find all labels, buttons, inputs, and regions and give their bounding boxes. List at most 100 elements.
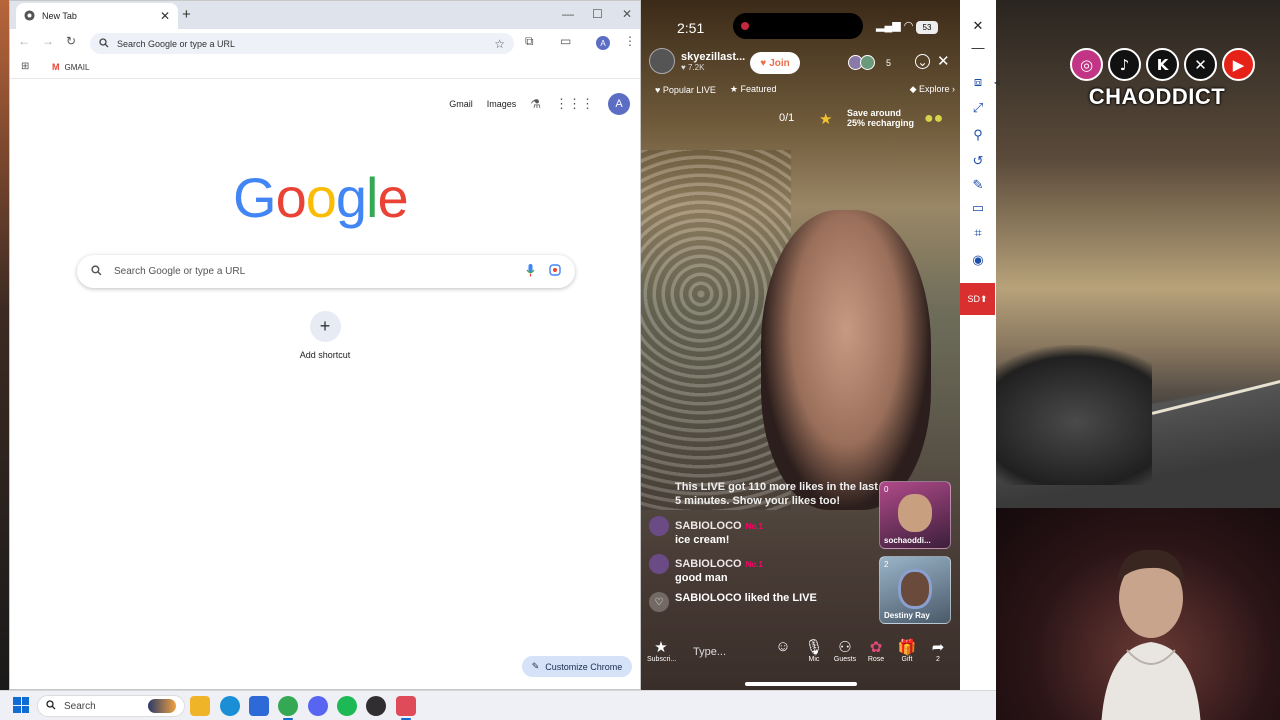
- mic-button[interactable]: 🎙 Mic: [800, 638, 828, 663]
- promo-line-2: 25% recharging: [847, 118, 915, 128]
- bookmarks-bar: ⊞ M GMAIL: [10, 57, 640, 79]
- reload-icon[interactable]: ↻: [66, 34, 76, 48]
- new-tab-button[interactable]: +: [182, 6, 191, 23]
- back-icon[interactable]: ←: [18, 34, 30, 48]
- crop-icon[interactable]: ⌗: [960, 225, 996, 241]
- rectangle-icon[interactable]: ▭: [960, 200, 996, 216]
- plus-icon: +: [309, 311, 341, 342]
- guest-name: sochaoddi...: [884, 536, 931, 545]
- likes-notice: This LIVE got 110 more likes in the last…: [675, 481, 878, 507]
- bookmark-gmail[interactable]: M GMAIL: [52, 62, 89, 72]
- customize-chrome-button[interactable]: ✎ Customize Chrome: [522, 656, 632, 677]
- lens-search-icon[interactable]: [549, 264, 561, 279]
- logo-letter: l: [366, 166, 378, 229]
- guest-face: [898, 494, 932, 532]
- maximize-icon[interactable]: ☐: [592, 7, 603, 21]
- host-info[interactable]: skyezillast... ♥ 7.2K: [649, 48, 745, 74]
- guest-tile[interactable]: 0 sochaoddi...: [879, 481, 951, 549]
- heart-icon: ♥: [760, 57, 767, 69]
- taskbar-search[interactable]: Search: [37, 695, 185, 717]
- logo-letter: o: [275, 166, 307, 229]
- gift-button[interactable]: 🎁 Gift: [893, 638, 921, 663]
- tab-close-icon[interactable]: ✕: [160, 9, 170, 23]
- tab-new-tab[interactable]: New Tab ✕: [16, 3, 178, 29]
- profile-avatar[interactable]: A: [596, 36, 610, 50]
- apps-grid-icon[interactable]: ⊞: [21, 61, 29, 72]
- search-icon: [46, 699, 56, 713]
- rotate-icon[interactable]: ↺: [960, 153, 996, 169]
- tab-featured[interactable]: ★ Featured: [730, 84, 777, 95]
- gmail-link[interactable]: Gmail: [449, 99, 473, 109]
- voice-search-icon[interactable]: [526, 263, 535, 280]
- pin-icon[interactable]: ⚲: [960, 127, 996, 143]
- menu-kebab-icon[interactable]: ⋮: [624, 34, 636, 48]
- images-link[interactable]: Images: [487, 99, 517, 109]
- file-explorer-icon[interactable]: [190, 696, 210, 716]
- target-icon[interactable]: ◉: [960, 252, 996, 268]
- guest-name: Destiny Ray: [884, 611, 930, 620]
- bookmark-star-icon[interactable]: ☆: [494, 37, 505, 51]
- store-icon[interactable]: [249, 696, 269, 716]
- minimize-icon[interactable]: —: [960, 40, 996, 55]
- windows-start-icon[interactable]: [13, 697, 29, 713]
- capture-region-icon[interactable]: ⧈: [960, 74, 996, 90]
- snipping-tool-icon[interactable]: [396, 696, 416, 720]
- edge-icon[interactable]: [220, 696, 240, 716]
- host-text: skyezillast... ♥ 7.2K: [681, 51, 745, 72]
- rose-button[interactable]: ✿ Rose: [862, 638, 890, 663]
- star-icon: ★: [654, 639, 668, 656]
- discord-icon[interactable]: [308, 696, 328, 716]
- webcam-feed: [996, 508, 1280, 720]
- expand-icon[interactable]: ⤢: [960, 100, 996, 116]
- close-live-icon[interactable]: ✕: [937, 52, 950, 70]
- like-event: ♡ SABIOLOCO liked the LIVE: [649, 592, 879, 612]
- extensions-icon[interactable]: ⧉: [525, 34, 534, 49]
- account-avatar[interactable]: A: [608, 93, 630, 115]
- address-bar[interactable]: Search Google or type a URL ☆: [90, 33, 514, 54]
- search-placeholder: Search Google or type a URL: [114, 266, 246, 277]
- guests-icon: ⚇: [838, 639, 852, 656]
- chevron-down-icon[interactable]: ⌄: [915, 54, 930, 69]
- sd-label: SD: [967, 294, 980, 304]
- search-input[interactable]: Search Google or type a URL: [77, 255, 575, 288]
- emoji-button[interactable]: ☺: [769, 638, 797, 655]
- google-apps-icon[interactable]: ⋮⋮⋮: [555, 96, 594, 112]
- guest-tile[interactable]: 2 Destiny Ray: [879, 556, 951, 624]
- phone-mirror: 2:51 ▂▄▆ ◠ 53 skyezillast... ♥ 7.2K ♥ Jo…: [641, 0, 960, 690]
- search-icon: [91, 264, 102, 279]
- pen-icon[interactable]: ✎: [960, 177, 996, 193]
- host-likes: ♥ 7.2K: [681, 62, 705, 72]
- ntp-header-links: Gmail Images ⚗ ⋮⋮⋮ A: [449, 93, 630, 115]
- close-icon[interactable]: ✕: [960, 18, 996, 34]
- media-icon[interactable]: ▭: [560, 34, 571, 48]
- comment-input[interactable]: Type...: [685, 640, 780, 664]
- sd-quality-button[interactable]: SD ⬆: [960, 283, 995, 315]
- chat-text: ice cream!: [675, 534, 730, 546]
- chat-message[interactable]: SABIOLOCO No.1 ice cream!: [649, 516, 879, 546]
- viewer-list[interactable]: 5: [848, 55, 891, 70]
- live-bottom-bar: ★ Subscri... Type... ☺ 🎙 Mic ⚇ Guests ✿ Rose…: [645, 636, 957, 668]
- window-close-icon[interactable]: ✕: [622, 7, 632, 21]
- rank-badge: No.1: [745, 522, 763, 531]
- labs-flask-icon[interactable]: ⚗: [530, 97, 541, 111]
- guests-button[interactable]: ⚇ Guests: [831, 638, 859, 663]
- like-event-text: SABIOLOCO liked the LIVE: [675, 592, 817, 604]
- join-button[interactable]: ♥ Join: [750, 52, 800, 74]
- add-shortcut-tile[interactable]: + Add shortcut: [285, 311, 365, 360]
- chat-message[interactable]: SABIOLOCO No.1 good man: [649, 554, 879, 584]
- chat-username: SABIOLOCO: [675, 520, 742, 532]
- obs-icon[interactable]: [366, 696, 386, 716]
- forward-icon[interactable]: →: [42, 34, 54, 48]
- spotify-icon[interactable]: [337, 696, 357, 716]
- share-button[interactable]: ➦ 2: [924, 638, 952, 663]
- rose-icon: ✿: [869, 639, 883, 656]
- kick-icon: K: [1146, 48, 1179, 81]
- recharge-promo[interactable]: Save around 25% recharging: [847, 108, 914, 128]
- subscribe-button[interactable]: ★ Subscri...: [647, 638, 676, 663]
- minimize-icon[interactable]: —: [562, 7, 574, 21]
- tab-explore[interactable]: ◆ Explore ›: [910, 84, 955, 95]
- collapse-arrow-icon[interactable]: ◀: [994, 78, 1002, 96]
- chrome-icon[interactable]: [278, 696, 298, 720]
- status-time: 2:51: [677, 20, 705, 36]
- tab-popular-live[interactable]: ♥ Popular LIVE: [655, 85, 716, 95]
